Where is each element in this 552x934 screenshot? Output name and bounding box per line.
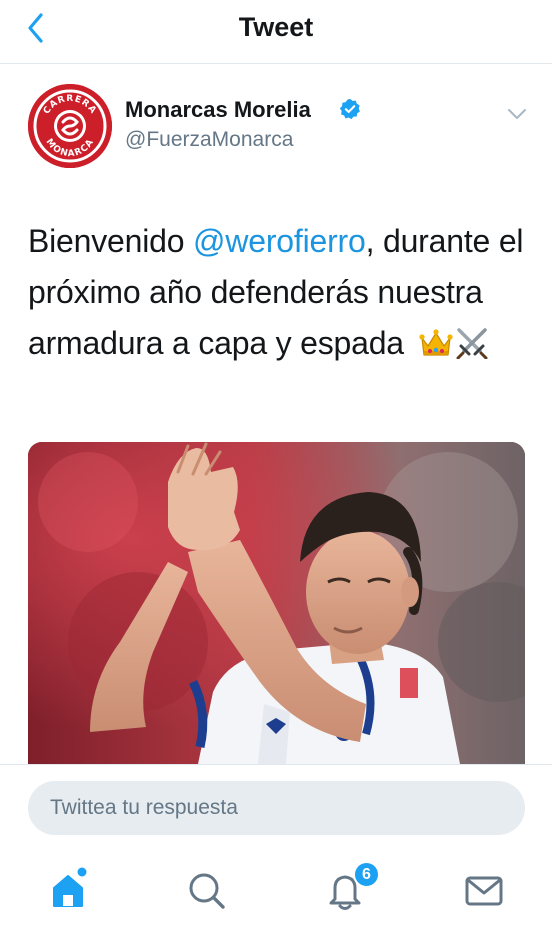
reply-bar [0, 764, 552, 844]
tweet-text: Bienvenido @werofierro, durante el próxi… [28, 216, 528, 369]
tweet-text-start: Bienvenido [28, 223, 194, 259]
top-bar: Tweet [0, 0, 552, 64]
bottom-nav: 6 [0, 846, 552, 934]
tweet-detail-screen: Tweet CARRERA MONARCA Monarcas Morelia @… [0, 0, 552, 934]
nav-search[interactable] [182, 866, 230, 914]
nav-home[interactable] [44, 866, 92, 914]
page-title: Tweet [238, 12, 314, 42]
messages-icon [465, 876, 503, 906]
tweet-author: CARRERA MONARCA Monarcas Morelia @Fuerza… [28, 84, 538, 172]
reply-input[interactable] [28, 781, 525, 835]
avatar[interactable]: CARRERA MONARCA [28, 84, 112, 168]
notifications-badge: 6 [353, 861, 380, 888]
crown-emoji [418, 329, 453, 356]
user-handle[interactable]: @FuerzaMonarca [125, 128, 293, 152]
chevron-down-icon[interactable] [506, 106, 528, 122]
verified-badge-icon [339, 98, 360, 120]
mention-link[interactable]: @werofierro [193, 223, 366, 259]
search-icon [189, 873, 225, 909]
display-name[interactable]: Monarcas Morelia [125, 97, 311, 123]
home-icon [53, 867, 87, 907]
nav-messages[interactable] [460, 866, 508, 914]
club-logo-icon: CARRERA MONARCA [28, 84, 112, 168]
crossed-swords-emoji [456, 328, 488, 359]
tweet-photo[interactable] [28, 442, 525, 764]
